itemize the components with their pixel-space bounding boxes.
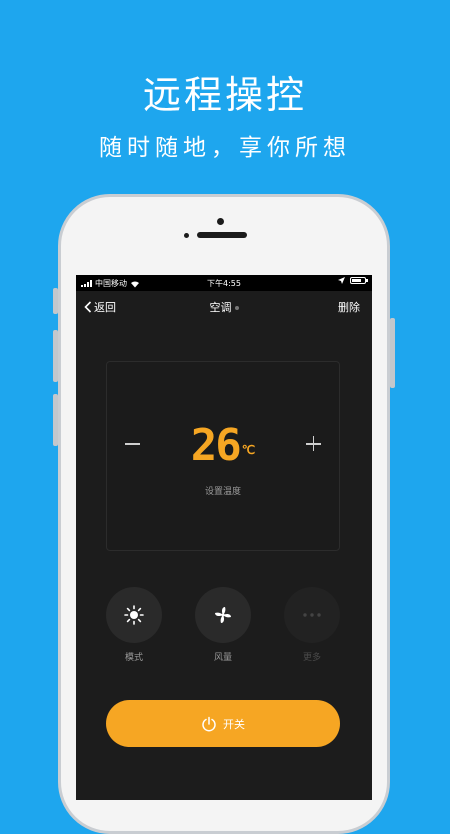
status-bar: 中国移动 下午4:55 <box>76 275 372 291</box>
promo-subtitle: 随时随地，享你所想 <box>99 135 351 161</box>
status-time: 下午4:55 <box>207 279 241 288</box>
fan-speed-button[interactable] <box>195 587 251 643</box>
more-icon <box>303 613 321 617</box>
page-title: 空调 <box>76 299 372 315</box>
more-button[interactable] <box>284 587 340 643</box>
nav-bar: 返回 空调 删除 <box>76 291 372 321</box>
temperature-value: 26 <box>190 420 242 471</box>
mode-label: 模式 <box>124 653 143 663</box>
phone-camera <box>217 218 224 225</box>
phone-sensor <box>184 233 189 238</box>
power-toggle-button[interactable]: 开关 <box>106 700 340 747</box>
location-icon <box>338 277 345 284</box>
phone-power-button <box>390 318 395 388</box>
phone-screen: 中国移动 下午4:55 返回 空调 删除 26 ℃ 设置温度 模式 风量 更多 … <box>76 275 372 800</box>
sun-icon <box>124 605 144 625</box>
phone-speaker <box>197 232 247 238</box>
temperature-display: 26 ℃ <box>107 424 339 468</box>
fan-speed-label: 风量 <box>213 653 232 663</box>
delete-button[interactable]: 删除 <box>338 299 360 315</box>
power-label: 开关 <box>223 717 245 731</box>
status-dot-icon <box>234 306 239 310</box>
fan-icon <box>215 607 231 623</box>
battery-icon <box>350 277 368 284</box>
promo-title: 远程操控 <box>142 73 307 117</box>
more-label: 更多 <box>302 653 321 663</box>
temperature-panel: 26 ℃ 设置温度 <box>106 361 340 551</box>
page-title-text: 空调 <box>209 301 232 314</box>
mode-button[interactable] <box>106 587 162 643</box>
temperature-unit: ℃ <box>241 443 256 457</box>
temperature-label: 设置温度 <box>204 487 241 497</box>
power-icon <box>202 716 216 731</box>
